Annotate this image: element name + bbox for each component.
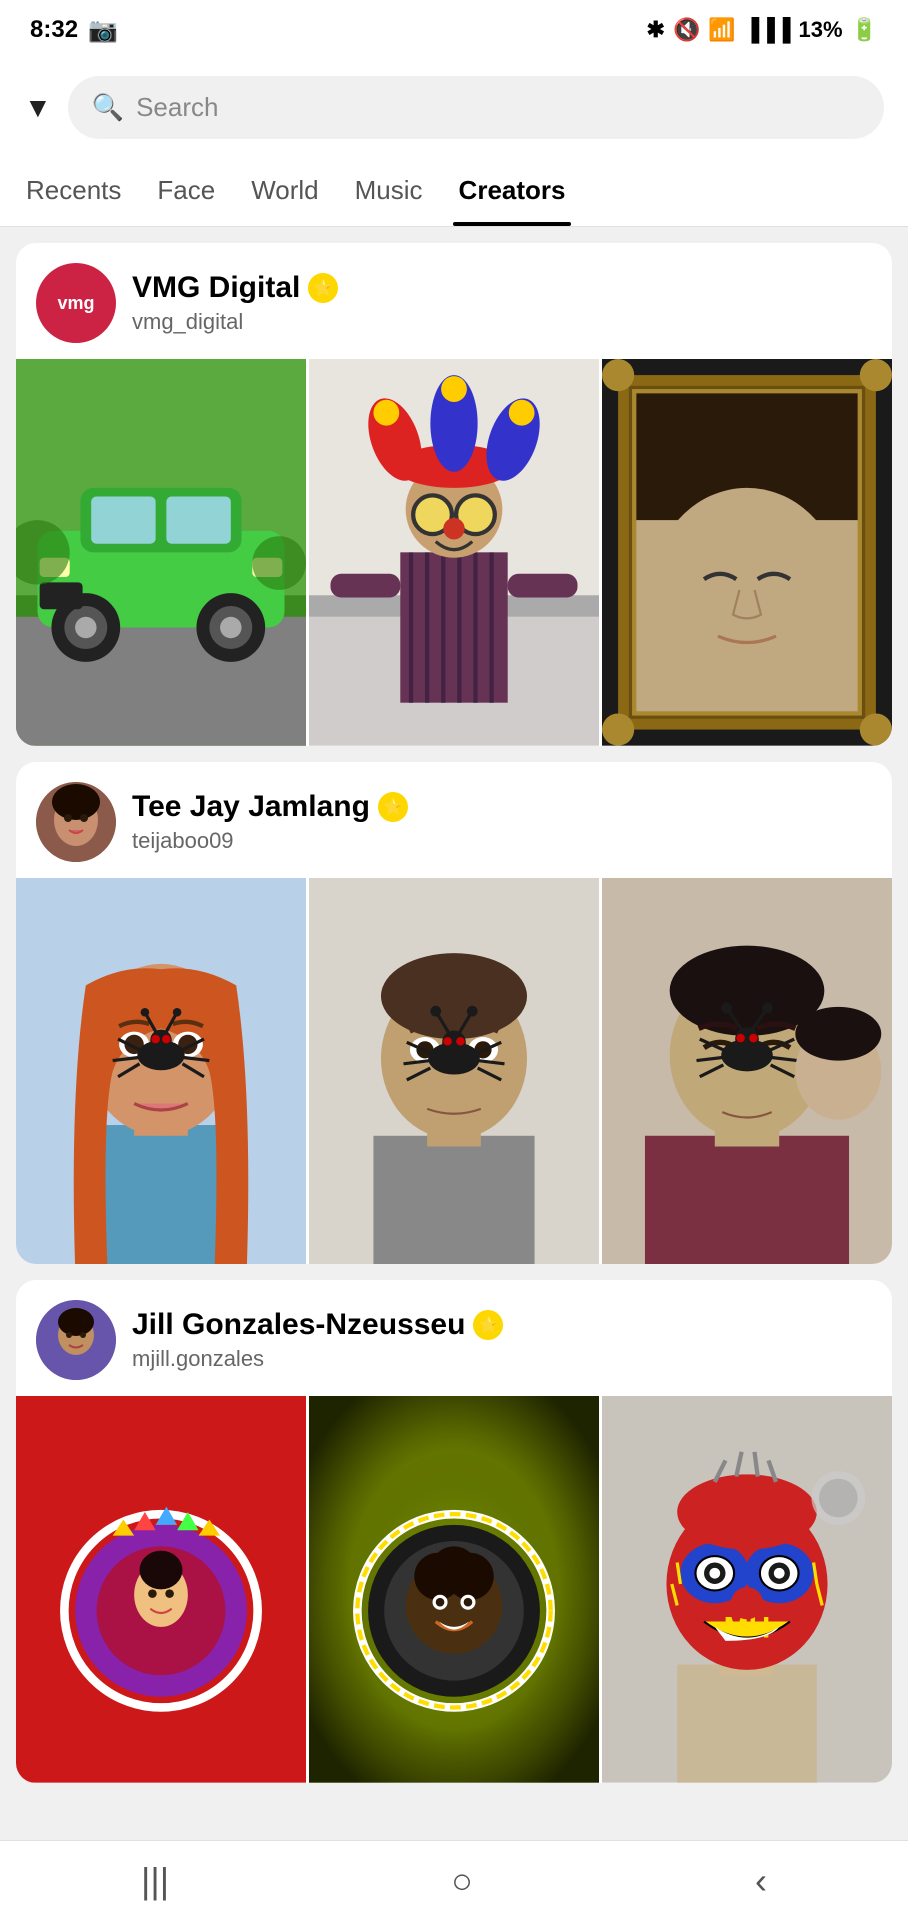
wifi-icon: 📶 — [708, 17, 735, 43]
image-grid-vmg — [16, 359, 892, 746]
creator-handle-vmg: vmg_digital — [132, 309, 872, 335]
image-grid-teejay — [16, 878, 892, 1265]
grid-cell-tj-1[interactable] — [16, 878, 306, 1265]
tab-music[interactable]: Music — [337, 155, 441, 226]
creator-info-jill: Jill Gonzales-Nzeusseu ⭐ mjill.gonzales — [132, 1308, 872, 1372]
grid-cell-tj-2[interactable] — [309, 878, 599, 1265]
grid-cell-vmg-2[interactable] — [309, 359, 599, 746]
verified-badge-jill: ⭐ — [473, 1310, 503, 1340]
grid-cell-jill-1[interactable] — [16, 1396, 306, 1783]
nav-home-button[interactable]: ○ — [451, 1860, 473, 1902]
creator-name-vmg: VMG Digital ⭐ — [132, 271, 872, 305]
grid-cell-vmg-3[interactable] — [602, 359, 892, 746]
grid-cell-jill-3[interactable]: MH — [602, 1396, 892, 1783]
tab-bar: Recents Face World Music Creators — [0, 155, 908, 227]
image-grid-jill: MH — [16, 1396, 892, 1783]
creator-card-teejay: Tee Jay Jamlang ⭐ teijaboo09 — [16, 762, 892, 1265]
search-area: ▼ 🔍 Search — [0, 60, 908, 155]
creator-header-vmg[interactable]: vmg VMG Digital ⭐ vmg_digital — [16, 243, 892, 359]
avatar-jill — [36, 1300, 116, 1380]
creator-handle-teejay: teijaboo09 — [132, 828, 872, 854]
avatar-teejay — [36, 782, 116, 862]
grid-cell-vmg-1[interactable] — [16, 359, 306, 746]
creator-header-teejay[interactable]: Tee Jay Jamlang ⭐ teijaboo09 — [16, 762, 892, 878]
grid-cell-jill-2[interactable] — [309, 1396, 599, 1783]
bottom-nav: ||| ○ ‹ — [0, 1840, 908, 1920]
tab-face[interactable]: Face — [139, 155, 233, 226]
search-bar[interactable]: 🔍 Search — [68, 76, 884, 139]
creator-info-vmg: VMG Digital ⭐ vmg_digital — [132, 271, 872, 335]
tab-recents[interactable]: Recents — [8, 155, 139, 226]
camera-icon: 📷 — [88, 16, 118, 45]
battery-icon: 🔋 — [851, 17, 878, 43]
grid-cell-tj-3[interactable] — [602, 878, 892, 1265]
creators-list: vmg VMG Digital ⭐ vmg_digital — [0, 227, 908, 1799]
nav-recent-button[interactable]: ‹ — [755, 1860, 767, 1902]
nav-back-button[interactable]: ||| — [141, 1860, 169, 1902]
battery-label: 13% — [799, 17, 843, 43]
bluetooth-icon: ✱ — [647, 17, 665, 43]
avatar-vmg: vmg — [36, 263, 116, 343]
status-time: 8:32 — [30, 16, 78, 44]
search-placeholder: Search — [136, 92, 218, 123]
dropdown-button[interactable]: ▼ — [24, 92, 52, 124]
search-icon: 🔍 — [92, 92, 124, 123]
creator-name-jill: Jill Gonzales-Nzeusseu ⭐ — [132, 1308, 872, 1342]
verified-badge-vmg: ⭐ — [308, 273, 338, 303]
creator-header-jill[interactable]: Jill Gonzales-Nzeusseu ⭐ mjill.gonzales — [16, 1280, 892, 1396]
status-bar: 8:32 📷 ✱ 🔇 📶 ▐▐▐ 13% 🔋 — [0, 0, 908, 60]
creator-name-teejay: Tee Jay Jamlang ⭐ — [132, 790, 872, 824]
creator-card-jill: Jill Gonzales-Nzeusseu ⭐ mjill.gonzales — [16, 1280, 892, 1783]
tab-world[interactable]: World — [233, 155, 336, 226]
signal-icon: ▐▐▐ — [744, 17, 791, 43]
creator-info-teejay: Tee Jay Jamlang ⭐ teijaboo09 — [132, 790, 872, 854]
creator-card-vmg: vmg VMG Digital ⭐ vmg_digital — [16, 243, 892, 746]
creator-handle-jill: mjill.gonzales — [132, 1346, 872, 1372]
mute-icon: 🔇 — [673, 17, 700, 43]
tab-creators[interactable]: Creators — [441, 155, 584, 226]
verified-badge-teejay: ⭐ — [378, 792, 408, 822]
